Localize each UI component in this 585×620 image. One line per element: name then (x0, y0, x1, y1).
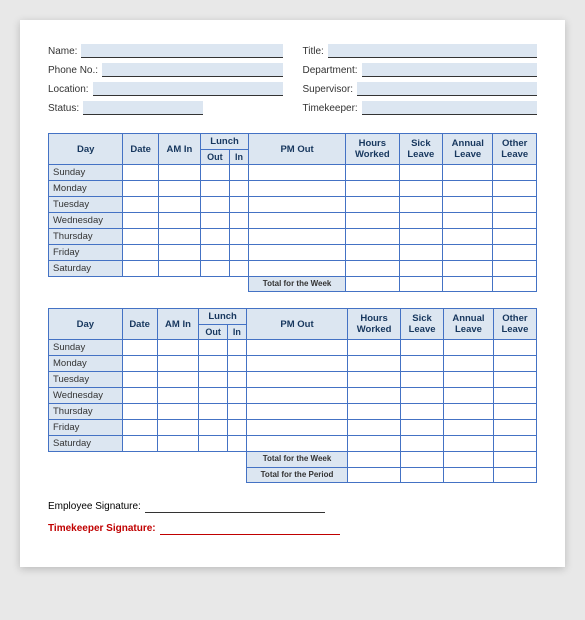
table-row: Monday (49, 181, 537, 197)
table-row: Wednesday (49, 213, 537, 229)
total-week-row-1: Total for the Week (49, 277, 537, 292)
total-week-label-1: Total for the Week (249, 277, 346, 292)
col-date-1: Date (123, 134, 158, 165)
table-row: Tuesday (49, 197, 537, 213)
header-fields: Name: Phone No.: Location: Status: Title… (48, 44, 537, 115)
dept-label: Department: (303, 65, 358, 76)
employee-sig-row: Employee Signature: (48, 499, 537, 513)
page: Name: Phone No.: Location: Status: Title… (20, 20, 565, 567)
phone-field-row: Phone No.: (48, 63, 283, 77)
table-row: Wednesday (49, 388, 537, 404)
phone-input[interactable] (102, 63, 282, 77)
timesheet-table-2: Day Date AM In Lunch PM Out HoursWorked … (48, 308, 537, 483)
timekeeper-input[interactable] (362, 101, 537, 115)
timesheet-table-1: Day Date AM In Lunch PM Out HoursWorked … (48, 133, 537, 292)
name-input[interactable] (81, 44, 282, 58)
location-input[interactable] (93, 82, 283, 96)
supervisor-label: Supervisor: (303, 84, 354, 95)
status-label: Status: (48, 103, 79, 114)
col-lunch-in-1: In (229, 150, 248, 165)
left-fields: Name: Phone No.: Location: Status: (48, 44, 283, 115)
employee-sig-line[interactable] (145, 499, 325, 513)
col-day-2: Day (49, 309, 123, 340)
total-week-row-2: Total for the Week (49, 452, 537, 467)
title-label: Title: (303, 46, 324, 57)
table-row: Sunday (49, 165, 537, 181)
table-row: Friday (49, 245, 537, 261)
col-sick-1: SickLeave (399, 134, 443, 165)
col-amin-1: AM In (158, 134, 200, 165)
table-row: Tuesday (49, 372, 537, 388)
location-label: Location: (48, 84, 89, 95)
col-hours-1: HoursWorked (346, 134, 399, 165)
col-lunch-in-2: In (227, 325, 246, 340)
timekeeper-field-row: Timekeeper: (303, 101, 538, 115)
total-week-label-2: Total for the Week (246, 452, 347, 467)
col-amin-2: AM In (157, 309, 199, 340)
col-date-2: Date (122, 309, 157, 340)
location-field-row: Location: (48, 82, 283, 96)
title-input[interactable] (328, 44, 537, 58)
col-other-2: OtherLeave (493, 309, 536, 340)
col-lunch-out-2: Out (199, 325, 228, 340)
supervisor-input[interactable] (357, 82, 537, 96)
table-row: Sunday (49, 340, 537, 356)
col-pmout-2: PM Out (246, 309, 347, 340)
total-period-label: Total for the Period (246, 467, 347, 482)
col-sick-2: SickLeave (401, 309, 444, 340)
title-field-row: Title: (303, 44, 538, 58)
col-lunch-out-1: Out (200, 150, 229, 165)
timekeeper-sig-row: Timekeeper Signature: (48, 521, 537, 535)
table-row: Saturday (49, 436, 537, 452)
table-row: Saturday (49, 261, 537, 277)
col-annual-1: AnnualLeave (443, 134, 493, 165)
dept-field-row: Department: (303, 63, 538, 77)
timekeeper-sig-line[interactable] (160, 521, 340, 535)
col-pmout-1: PM Out (249, 134, 346, 165)
dept-input[interactable] (362, 63, 537, 77)
status-field-row: Status: (48, 101, 283, 115)
total-period-row: Total for the Period (49, 467, 537, 482)
col-annual-2: AnnualLeave (444, 309, 494, 340)
timekeeper-label: Timekeeper: (303, 103, 358, 114)
table-row: Thursday (49, 404, 537, 420)
signatures-section: Employee Signature: Timekeeper Signature… (48, 499, 537, 535)
col-other-1: OtherLeave (493, 134, 537, 165)
name-field-row: Name: (48, 44, 283, 58)
supervisor-field-row: Supervisor: (303, 82, 538, 96)
right-fields: Title: Department: Supervisor: Timekeepe… (303, 44, 538, 115)
col-day-1: Day (49, 134, 123, 165)
col-hours-2: HoursWorked (348, 309, 401, 340)
col-lunch-1: Lunch (200, 134, 248, 150)
col-lunch-2: Lunch (199, 309, 247, 325)
name-label: Name: (48, 46, 77, 57)
employee-sig-label: Employee Signature: (48, 501, 141, 512)
phone-label: Phone No.: (48, 65, 98, 76)
table-row: Thursday (49, 229, 537, 245)
status-input[interactable] (83, 101, 203, 115)
table-row: Friday (49, 420, 537, 436)
table-row: Monday (49, 356, 537, 372)
timekeeper-sig-label: Timekeeper Signature: (48, 523, 156, 534)
